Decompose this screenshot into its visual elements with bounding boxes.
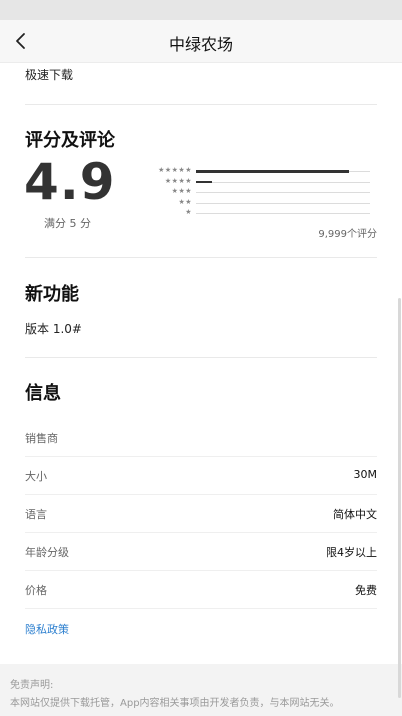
- rating-distribution: ★★★★★ ★★★★ ★★★ ★★ ★: [150, 166, 372, 219]
- privacy-policy-link[interactable]: 隐私政策: [25, 621, 69, 637]
- rating-track: [196, 180, 370, 184]
- stars-4: ★★★★: [164, 176, 192, 185]
- info-row-language: 语言 简体中文: [25, 494, 377, 533]
- rating-track: [196, 192, 370, 194]
- stars-5: ★★★★★: [158, 166, 192, 174]
- version-label: 版本 1.0#: [25, 322, 82, 336]
- page-title: 中绿农场: [168, 35, 233, 54]
- info-row-age-rating: 年龄分级 限4岁以上: [25, 532, 377, 571]
- info-value: 免费: [355, 584, 377, 597]
- info-row-seller: 销售商: [25, 418, 377, 457]
- info-row-price: 价格 免费: [25, 570, 377, 609]
- fast-download-link[interactable]: 极速下载: [25, 66, 73, 83]
- info-label: 大小: [25, 470, 47, 483]
- rating-fill: [196, 170, 350, 173]
- status-bar: [0, 0, 402, 20]
- disclaimer-footer: 免责声明: 本网站仅提供下载托管，App内容相关事项由开发者负责，与本网站无关。: [0, 664, 402, 716]
- rating-score: 4.9: [24, 153, 116, 211]
- scrollbar[interactable]: [398, 298, 401, 698]
- divider: [25, 257, 377, 258]
- divider: [25, 104, 377, 105]
- info-label: 语言: [25, 508, 47, 521]
- disclaimer-text: 本网站仅提供下载托管，App内容相关事项由开发者负责，与本网站无关。: [10, 698, 340, 709]
- rating-row-2: ★★: [150, 198, 372, 209]
- info-label: 销售商: [25, 432, 58, 445]
- stars-2: ★★: [178, 197, 192, 206]
- rating-row-1: ★: [150, 208, 372, 219]
- stars-3: ★★★: [171, 187, 192, 195]
- info-value: 简体中文: [333, 508, 377, 521]
- info-value: 限4岁以上: [326, 546, 377, 559]
- rating-track: [196, 170, 370, 173]
- info-value: 30M: [353, 468, 378, 481]
- rating-track: [196, 202, 370, 204]
- disclaimer-title: 免责声明:: [10, 680, 54, 691]
- info-row-size: 大小 30M: [25, 456, 377, 495]
- whats-new-heading: 新功能: [25, 284, 79, 305]
- info-label: 年龄分级: [25, 546, 69, 559]
- info-heading: 信息: [25, 383, 61, 404]
- nav-bar: 中绿农场: [0, 20, 402, 63]
- rating-track: [196, 213, 370, 215]
- stars-1: ★: [185, 208, 192, 216]
- ratings-heading: 评分及评论: [25, 130, 115, 151]
- info-label: 价格: [25, 584, 47, 597]
- rating-count: 9,999个评分: [318, 229, 377, 240]
- divider: [25, 357, 377, 358]
- rating-fill: [196, 180, 212, 184]
- rating-out-of: 满分 5 分: [44, 217, 91, 230]
